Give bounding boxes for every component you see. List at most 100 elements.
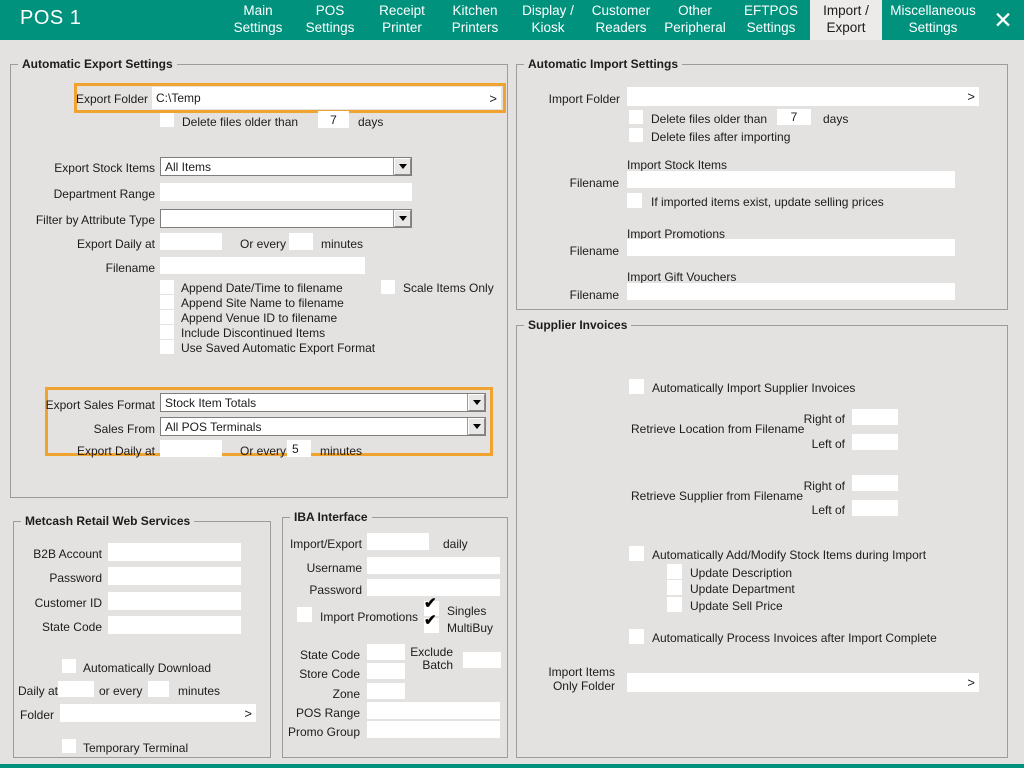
metcash-state-code-field[interactable] xyxy=(108,616,241,634)
store-code-label: Store Code xyxy=(288,667,360,681)
browse-icon[interactable]: > xyxy=(244,707,252,720)
auto-import-invoices-label: Automatically Import Supplier Invoices xyxy=(652,381,855,395)
zone-label: Zone xyxy=(288,687,360,701)
sales-minutes-label: minutes xyxy=(320,444,362,458)
customer-id-label: Customer ID xyxy=(8,596,102,610)
import-folder-label: Import Folder xyxy=(520,92,620,106)
filename-field[interactable] xyxy=(160,257,365,274)
tab-receipt-printer[interactable]: Receipt Printer xyxy=(366,0,438,40)
zone-field[interactable] xyxy=(367,683,405,699)
supplier-left-of-field[interactable] xyxy=(852,500,898,516)
iba-password-field[interactable] xyxy=(367,579,500,596)
auto-download-checkbox[interactable] xyxy=(62,659,76,673)
or-every-minutes-field[interactable] xyxy=(289,233,313,250)
filter-attribute-dropdown[interactable] xyxy=(160,209,412,228)
scale-items-only-checkbox[interactable] xyxy=(381,280,395,294)
department-range-field[interactable] xyxy=(160,183,412,201)
auto-process-invoices-label: Automatically Process Invoices after Imp… xyxy=(652,631,937,645)
sales-from-dropdown[interactable]: All POS Terminals xyxy=(160,417,486,436)
metcash-daily-at-field[interactable] xyxy=(58,681,94,697)
export-sales-format-dropdown[interactable]: Stock Item Totals xyxy=(160,393,486,412)
update-sell-price-checkbox[interactable] xyxy=(667,597,682,612)
location-right-of-field[interactable] xyxy=(852,409,898,425)
exclude-batch-field[interactable] xyxy=(463,652,501,668)
iba-state-code-field[interactable] xyxy=(367,644,405,660)
dropdown-arrow-icon[interactable] xyxy=(394,210,411,227)
update-department-checkbox[interactable] xyxy=(667,580,682,595)
iba-username-field[interactable] xyxy=(367,557,500,574)
vouchers-filename-label: Filename xyxy=(520,288,619,302)
browse-icon[interactable]: > xyxy=(967,676,975,689)
vouchers-filename-field[interactable] xyxy=(627,283,955,300)
temporary-terminal-checkbox[interactable] xyxy=(62,739,76,753)
auto-download-label: Automatically Download xyxy=(83,661,211,675)
promo-group-field[interactable] xyxy=(367,721,500,738)
append-venueid-checkbox[interactable] xyxy=(160,310,174,324)
tab-customer-readers[interactable]: Customer Readers xyxy=(584,0,658,40)
update-description-checkbox[interactable] xyxy=(667,564,682,579)
tab-other-peripheral[interactable]: Other Peripheral xyxy=(658,0,732,40)
tab-main-settings[interactable]: Main Settings xyxy=(222,0,294,40)
export-stock-items-dropdown[interactable]: All Items xyxy=(160,157,412,176)
append-sitename-checkbox[interactable] xyxy=(160,295,174,309)
department-range-label: Department Range xyxy=(10,187,155,201)
import-promotions-checkbox[interactable] xyxy=(297,607,312,622)
dropdown-arrow-icon[interactable] xyxy=(394,158,411,175)
promotions-filename-field[interactable] xyxy=(627,239,955,256)
browse-icon[interactable]: > xyxy=(489,92,497,105)
iba-state-code-label: State Code xyxy=(288,648,360,662)
import-delete-days-field[interactable]: 7 xyxy=(777,109,811,125)
delete-after-importing-checkbox[interactable] xyxy=(629,128,643,142)
include-discontinued-checkbox[interactable] xyxy=(160,325,174,339)
export-daily-field[interactable] xyxy=(160,233,222,250)
sales-export-daily-field[interactable] xyxy=(160,440,222,457)
iba-import-export-field[interactable] xyxy=(367,533,429,550)
supplier-left-of-label: Left of xyxy=(790,503,845,517)
export-daily-label: Export Daily at xyxy=(10,237,155,251)
tab-miscellaneous-settings[interactable]: Miscellaneous Settings xyxy=(882,0,984,40)
filter-attribute-label: Filter by Attribute Type xyxy=(10,213,155,227)
supplier-right-of-field[interactable] xyxy=(852,475,898,491)
tab-pos-settings[interactable]: POS Settings xyxy=(294,0,366,40)
tab-eftpos-settings[interactable]: EFTPOS Settings xyxy=(732,0,810,40)
dropdown-arrow-icon[interactable] xyxy=(468,394,485,411)
tab-import-export[interactable]: Import / Export xyxy=(810,0,882,40)
b2b-account-field[interactable] xyxy=(108,543,241,561)
append-datetime-checkbox[interactable] xyxy=(160,280,174,294)
delete-days-field[interactable]: 7 xyxy=(318,111,349,128)
metcash-folder-field[interactable]: > xyxy=(60,704,256,722)
stock-filename-field[interactable] xyxy=(627,171,955,188)
store-code-field[interactable] xyxy=(367,663,405,679)
dropdown-arrow-icon[interactable] xyxy=(468,418,485,435)
use-saved-format-label: Use Saved Automatic Export Format xyxy=(181,341,375,355)
update-selling-prices-checkbox[interactable] xyxy=(627,193,642,208)
browse-icon[interactable]: > xyxy=(967,90,975,103)
delete-files-older-label: Delete files older than xyxy=(182,115,298,129)
automatic-export-settings-title: Automatic Export Settings xyxy=(18,57,177,71)
tab-display-kiosk[interactable]: Display / Kiosk xyxy=(512,0,584,40)
auto-add-modify-checkbox[interactable] xyxy=(629,546,644,561)
import-delete-older-checkbox[interactable] xyxy=(629,110,643,124)
sales-or-every-field[interactable]: 5 xyxy=(287,440,311,457)
metcash-password-field[interactable] xyxy=(108,567,241,585)
metcash-or-every-field[interactable] xyxy=(148,681,169,697)
close-icon[interactable]: ✕ xyxy=(986,3,1020,37)
import-items-only-folder-field[interactable]: > xyxy=(627,673,979,692)
checkmark-icon: ✔ xyxy=(424,596,437,611)
export-folder-field[interactable]: C:\Temp > xyxy=(152,87,501,109)
multibuy-checkbox[interactable]: ✔ xyxy=(424,618,439,633)
auto-process-invoices-checkbox[interactable] xyxy=(629,629,644,644)
import-gift-vouchers-label: Import Gift Vouchers xyxy=(627,270,736,284)
metcash-daily-at-label: Daily at xyxy=(18,684,58,698)
location-left-of-field[interactable] xyxy=(852,434,898,450)
pos-range-field[interactable] xyxy=(367,702,500,719)
location-left-of-label: Left of xyxy=(790,437,845,451)
import-folder-field[interactable]: > xyxy=(627,87,979,106)
auto-import-invoices-checkbox[interactable] xyxy=(629,379,644,394)
window-bottom-border xyxy=(0,764,1024,768)
tab-kitchen-printers[interactable]: Kitchen Printers xyxy=(438,0,512,40)
pos-settings-window: POS 1 Main Settings POS Settings Receipt… xyxy=(0,0,1024,768)
use-saved-format-checkbox[interactable] xyxy=(160,340,174,354)
delete-files-older-checkbox[interactable] xyxy=(160,113,174,127)
customer-id-field[interactable] xyxy=(108,592,241,610)
